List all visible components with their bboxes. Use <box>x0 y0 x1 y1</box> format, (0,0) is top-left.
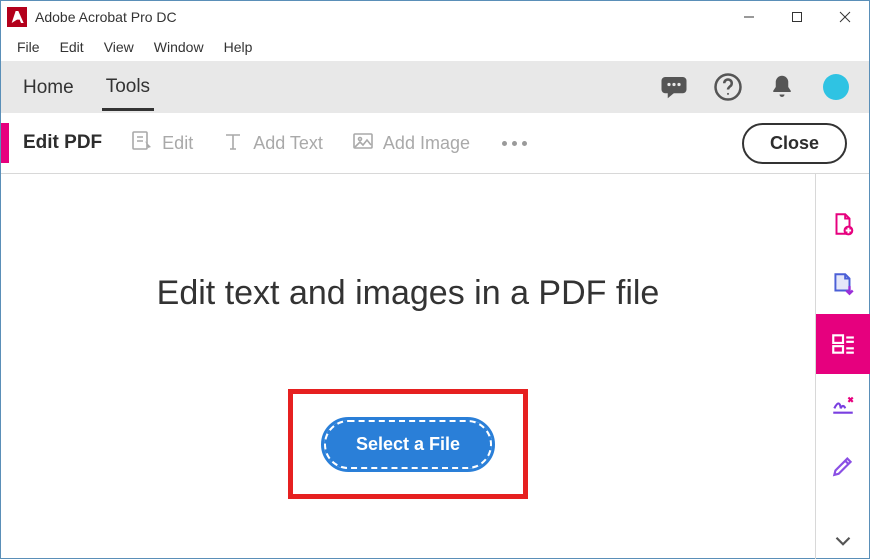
active-tool-indicator <box>1 123 9 163</box>
rail-export-pdf[interactable] <box>816 254 870 314</box>
menu-help[interactable]: Help <box>214 37 263 57</box>
add-text-label: Add Text <box>253 133 323 154</box>
add-text-button[interactable]: Add Text <box>221 129 323 158</box>
text-icon <box>221 129 245 158</box>
close-tool-button[interactable]: Close <box>742 123 847 164</box>
messages-icon[interactable] <box>659 72 689 102</box>
close-window-button[interactable] <box>821 1 869 33</box>
edit-cursor-icon <box>130 129 154 158</box>
notifications-icon[interactable] <box>767 72 797 102</box>
menu-window[interactable]: Window <box>144 37 214 57</box>
menu-bar: File Edit View Window Help <box>1 33 869 61</box>
page-headline: Edit text and images in a PDF file <box>157 274 660 313</box>
right-tool-rail <box>815 174 869 559</box>
rail-expand-button[interactable] <box>816 523 870 559</box>
rail-create-pdf[interactable] <box>816 194 870 254</box>
main-tabs: Home Tools <box>1 61 869 113</box>
rail-organize-pages[interactable] <box>816 314 870 374</box>
tab-home[interactable]: Home <box>19 65 78 109</box>
profile-button[interactable] <box>821 72 851 102</box>
content-area: Edit text and images in a PDF file Selec… <box>1 174 815 559</box>
annotation-highlight: Select a File <box>288 389 528 499</box>
minimize-button[interactable] <box>725 1 773 33</box>
menu-file[interactable]: File <box>7 37 50 57</box>
tab-tools[interactable]: Tools <box>102 64 154 111</box>
add-image-label: Add Image <box>383 133 470 154</box>
help-icon[interactable] <box>713 72 743 102</box>
edit-tool-button[interactable]: Edit <box>130 129 193 158</box>
window-title: Adobe Acrobat Pro DC <box>35 9 725 25</box>
rail-edit[interactable] <box>816 434 870 494</box>
maximize-button[interactable] <box>773 1 821 33</box>
edit-toolbar: Edit PDF Edit Add Text Add Image Close <box>1 113 869 173</box>
toolbar-section-label: Edit PDF <box>23 132 102 154</box>
main-area: Edit text and images in a PDF file Selec… <box>1 174 869 559</box>
select-file-button[interactable]: Select a File <box>324 420 492 469</box>
edit-tool-label: Edit <box>162 133 193 154</box>
menu-view[interactable]: View <box>94 37 144 57</box>
profile-avatar-icon <box>823 74 849 100</box>
window-controls <box>725 1 869 33</box>
title-bar: Adobe Acrobat Pro DC <box>1 1 869 33</box>
menu-edit[interactable]: Edit <box>50 37 94 57</box>
app-icon <box>7 7 27 27</box>
rail-sign[interactable] <box>816 374 870 434</box>
add-image-button[interactable]: Add Image <box>351 129 470 158</box>
more-tools-button[interactable] <box>502 141 527 146</box>
image-icon <box>351 129 375 158</box>
